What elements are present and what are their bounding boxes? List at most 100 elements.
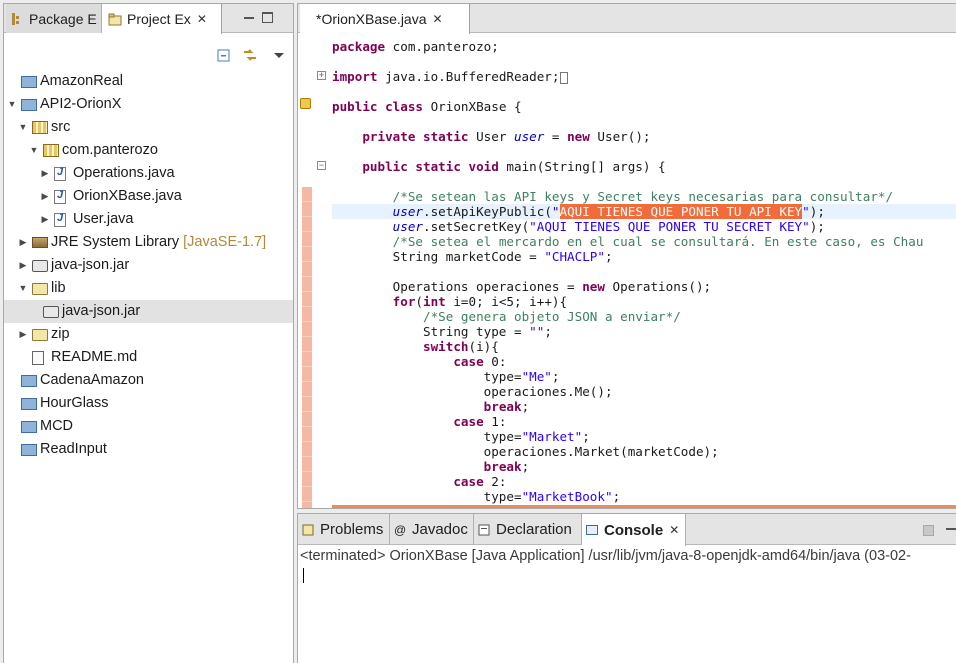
code-line[interactable]: case 0: bbox=[332, 354, 506, 369]
code-token: type= bbox=[332, 429, 522, 444]
terminate-icon[interactable] bbox=[923, 525, 934, 536]
project-icon bbox=[21, 99, 37, 111]
code-line[interactable]: user.setSecretKey("AQUI TIENES QUE PONER… bbox=[332, 219, 825, 234]
chevron-right-icon[interactable]: ▶ bbox=[18, 329, 28, 339]
chevron-down-icon[interactable]: ▼ bbox=[7, 99, 17, 109]
collapse-fold-icon[interactable]: − bbox=[317, 161, 326, 170]
maximize-view-button[interactable] bbox=[262, 12, 273, 23]
link-with-editor-icon[interactable] bbox=[242, 47, 258, 63]
code-line[interactable]: package com.panterozo; bbox=[332, 39, 499, 54]
project-explorer-icon bbox=[108, 13, 122, 26]
folder-icon bbox=[32, 283, 48, 295]
code-line[interactable]: private static User user = new User(); bbox=[332, 129, 650, 144]
close-icon[interactable]: ✕ bbox=[433, 12, 443, 26]
java-file-icon bbox=[54, 212, 66, 227]
code-line[interactable]: String marketCode = "CHACLP"; bbox=[332, 249, 613, 264]
tree-item[interactable]: CadenaAmazon bbox=[4, 369, 293, 392]
code-token: "MarketBook" bbox=[521, 489, 613, 504]
project-icon bbox=[21, 444, 37, 456]
code-token: (i){ bbox=[468, 339, 499, 354]
code-token: case bbox=[453, 474, 484, 489]
code-line[interactable]: /*Se setean las API keys y Secret keys n… bbox=[332, 189, 893, 204]
tree-item[interactable]: ▼ com.panterozo bbox=[4, 139, 293, 162]
code-line[interactable]: String type = ""; bbox=[332, 324, 552, 339]
close-icon[interactable]: ✕ bbox=[669, 523, 679, 537]
expand-fold-icon[interactable]: + bbox=[317, 71, 326, 80]
code-line[interactable]: import java.io.BufferedReader; bbox=[332, 69, 569, 84]
tree-item[interactable]: ▶ OrionXBase.java bbox=[4, 185, 293, 208]
code-token: switch bbox=[423, 339, 469, 354]
code-line[interactable]: break; bbox=[332, 459, 530, 474]
collapse-all-icon[interactable] bbox=[216, 47, 232, 63]
chevron-right-icon[interactable]: ▶ bbox=[40, 214, 50, 224]
tree-item-label: Operations.java bbox=[73, 165, 175, 181]
tree-item[interactable]: ▼ lib bbox=[4, 277, 293, 300]
editor-view: *OrionXBase.java ✕ + − package com.pante… bbox=[297, 3, 956, 509]
code-line[interactable]: operaciones.Me(); bbox=[332, 384, 613, 399]
tab-console[interactable]: Console ✕ bbox=[582, 514, 686, 546]
close-icon[interactable]: ✕ bbox=[197, 12, 207, 26]
tree-item[interactable]: ▶ java-json.jar bbox=[4, 254, 293, 277]
minimize-view-button[interactable] bbox=[946, 528, 956, 530]
chevron-down-icon[interactable]: ▼ bbox=[18, 122, 28, 132]
code-line[interactable]: type="Market"; bbox=[332, 429, 590, 444]
code-token: " bbox=[802, 204, 810, 219]
minimize-view-button[interactable] bbox=[244, 17, 254, 19]
warning-icon[interactable] bbox=[300, 98, 311, 109]
tree-item[interactable]: README.md bbox=[4, 346, 293, 369]
code-line[interactable]: case 2: bbox=[332, 474, 506, 489]
code-line[interactable]: for(int i=0; i<5; i++){ bbox=[332, 294, 567, 309]
code-line[interactable]: switch(i){ bbox=[332, 339, 499, 354]
code-line[interactable]: case 1: bbox=[332, 414, 506, 429]
code-area[interactable]: package com.panterozo; import java.io.Buf… bbox=[332, 34, 956, 508]
tab-orionxbase-java[interactable]: *OrionXBase.java ✕ bbox=[300, 4, 470, 34]
code-token: Operations(); bbox=[604, 279, 712, 294]
tree-item[interactable]: ▶ User.java bbox=[4, 208, 293, 231]
code-token: ); bbox=[809, 204, 825, 219]
code-line[interactable]: Operations operaciones = new Operations(… bbox=[332, 279, 711, 294]
tree-item-label: lib bbox=[51, 280, 66, 296]
code-token: user bbox=[392, 219, 424, 234]
folded-code-icon[interactable] bbox=[560, 71, 569, 84]
chevron-down-icon[interactable]: ▼ bbox=[29, 145, 39, 155]
chevron-right-icon[interactable]: ▶ bbox=[18, 260, 28, 270]
tree-item-label: API2-OrionX bbox=[40, 96, 122, 112]
chevron-down-icon[interactable]: ▼ bbox=[18, 283, 28, 293]
tree-item[interactable]: ▶ JRE System Library [JavaSE-1.7] bbox=[4, 231, 293, 254]
code-line[interactable]: /*Se genera objeto JSON a enviar*/ bbox=[332, 309, 681, 324]
tree-item[interactable]: ReadInput bbox=[4, 438, 293, 461]
code-line[interactable]: public static void main(String[] args) { bbox=[332, 159, 665, 174]
tree-item[interactable]: MCD bbox=[4, 415, 293, 438]
code-line[interactable]: break; bbox=[332, 399, 530, 414]
tree-item[interactable]: java-json.jar bbox=[4, 300, 293, 323]
tab-problems[interactable]: Problems bbox=[298, 514, 390, 545]
tree-item[interactable]: ▶ zip bbox=[4, 323, 293, 346]
problems-icon bbox=[302, 524, 314, 535]
console-output-area[interactable] bbox=[298, 566, 956, 663]
code-line[interactable]: type="Me"; bbox=[332, 369, 560, 384]
chevron-right-icon[interactable]: ▶ bbox=[40, 191, 50, 201]
code-line[interactable]: type="MarketBook"; bbox=[332, 489, 621, 504]
view-menu-chevron-down-icon[interactable] bbox=[271, 47, 287, 63]
code-token: new bbox=[582, 279, 605, 294]
tree-item[interactable]: HourGlass bbox=[4, 392, 293, 415]
tree-item[interactable]: ▼ src bbox=[4, 116, 293, 139]
code-line[interactable]: operaciones.Market(marketCode); bbox=[332, 444, 719, 459]
code-token: 2: bbox=[483, 474, 507, 489]
code-line[interactable]: public class OrionXBase { bbox=[332, 99, 522, 114]
code-token: operaciones.Market(marketCode); bbox=[332, 444, 719, 459]
chevron-right-icon[interactable]: ▶ bbox=[40, 168, 50, 178]
chevron-right-icon[interactable]: ▶ bbox=[18, 237, 28, 247]
tree-item[interactable]: ▼ API2-OrionX bbox=[4, 93, 293, 116]
tree-item[interactable]: ▶ Operations.java bbox=[4, 162, 293, 185]
tab-declaration[interactable]: Declaration bbox=[474, 514, 582, 545]
tree-item-label: zip bbox=[51, 326, 70, 342]
tab-project-explorer[interactable]: Project Ex ✕ bbox=[102, 4, 222, 34]
code-line[interactable]: /*Se setea el mercardo en el cual se con… bbox=[332, 234, 924, 249]
tree-item[interactable]: AmazonReal bbox=[4, 70, 293, 93]
tab-package-explorer[interactable]: Package E bbox=[6, 4, 102, 33]
tab-javadoc[interactable]: @ Javadoc bbox=[390, 514, 474, 545]
code-line[interactable]: user.setApiKeyPublic("AQUI TIENES QUE PO… bbox=[332, 204, 956, 219]
